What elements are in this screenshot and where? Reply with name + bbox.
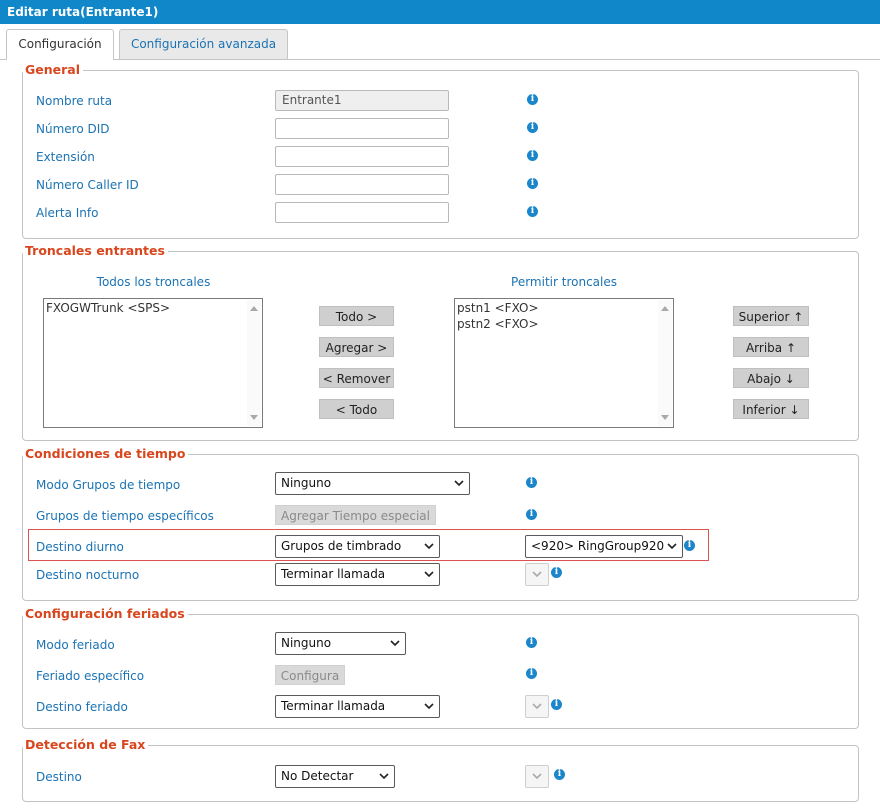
info-icon[interactable]: i <box>527 150 538 161</box>
add-special-time-button[interactable]: Agregar Tiempo especial <box>275 505 436 525</box>
holiday-legend: Configuración feriados <box>23 606 188 622</box>
info-icon[interactable]: i <box>551 567 562 578</box>
holiday-mode-value: Ninguno <box>281 636 332 650</box>
info-icon[interactable]: i <box>526 668 537 679</box>
time-mode-label: Modo Grupos de tiempo <box>36 478 181 492</box>
day-target-select[interactable]: <920> RingGroup920 <box>525 535 683 558</box>
list-scrollbar[interactable] <box>247 300 261 426</box>
tab-configuracion[interactable]: Configuración <box>6 29 114 60</box>
night-target-select[interactable] <box>525 563 549 586</box>
holiday-mode-label: Modo feriado <box>36 638 115 652</box>
fax-destination-value: No Detectar <box>281 769 354 783</box>
info-icon[interactable]: i <box>526 509 537 520</box>
move-bottom-button[interactable]: Inferior ↓ <box>733 399 809 419</box>
chevron-down-icon <box>424 703 434 710</box>
list-scrollbar[interactable] <box>658 300 672 426</box>
caller-id-input[interactable] <box>275 174 449 195</box>
did-number-input[interactable] <box>275 118 449 139</box>
info-icon[interactable]: i <box>527 122 538 133</box>
holiday-mode-select[interactable]: Ninguno <box>275 632 406 655</box>
list-item[interactable]: pstn2 <FXO> <box>455 316 673 332</box>
all-trunks-header: Todos los troncales <box>96 275 211 289</box>
time-conditions-legend: Condiciones de tiempo <box>23 446 189 462</box>
chevron-down-icon <box>667 543 677 550</box>
fax-target-select[interactable] <box>525 765 549 788</box>
chevron-down-icon <box>424 571 434 578</box>
day-destination-value: Grupos de timbrado <box>281 539 402 553</box>
info-icon[interactable]: i <box>527 94 538 105</box>
caller-id-label: Número Caller ID <box>36 178 139 192</box>
specific-holiday-label: Feriado específico <box>36 669 145 683</box>
move-all-left-button[interactable]: < Todo <box>319 399 394 419</box>
allowed-trunks-list[interactable]: pstn1 <FXO> pstn2 <FXO> <box>454 298 674 428</box>
alert-info-label: Alerta Info <box>36 206 99 220</box>
all-trunks-list[interactable]: FXOGWTrunk <SPS> <box>43 298 263 428</box>
tab-divider <box>0 59 880 60</box>
info-icon[interactable]: i <box>551 699 562 710</box>
allowed-trunks-header: Permitir troncales <box>511 275 617 289</box>
holiday-destination-value: Terminar llamada <box>281 699 386 713</box>
time-mode-select[interactable]: Ninguno <box>275 472 470 495</box>
holiday-destination-label: Destino feriado <box>36 700 128 714</box>
day-destination-select[interactable]: Grupos de timbrado <box>275 535 440 558</box>
chevron-down-icon <box>532 773 542 780</box>
night-destination-label: Destino nocturno <box>36 568 140 582</box>
list-item[interactable]: FXOGWTrunk <SPS> <box>44 300 262 316</box>
info-icon[interactable]: i <box>684 540 695 551</box>
alert-info-input[interactable] <box>275 202 449 223</box>
info-icon[interactable]: i <box>527 178 538 189</box>
night-destination-select[interactable]: Terminar llamada <box>275 563 440 586</box>
list-item[interactable]: pstn1 <FXO> <box>455 300 673 316</box>
move-all-right-button[interactable]: Todo > <box>319 306 394 326</box>
configure-holiday-button[interactable]: Configura <box>275 665 345 685</box>
info-icon[interactable]: i <box>527 206 538 217</box>
fax-legend: Detección de Fax <box>23 737 149 753</box>
chevron-down-icon <box>390 640 400 647</box>
extension-label: Extensión <box>36 150 95 164</box>
move-top-button[interactable]: Superior ↑ <box>733 306 809 326</box>
specific-time-label: Grupos de tiempo específicos <box>36 509 214 523</box>
move-down-button[interactable]: Abajo ↓ <box>733 368 809 388</box>
route-name-input[interactable]: Entrante1 <box>275 90 449 111</box>
tab-configuracion-avanzada[interactable]: Configuración avanzada <box>119 29 288 59</box>
info-icon[interactable]: i <box>526 477 537 488</box>
chevron-down-icon <box>532 703 542 710</box>
add-trunk-button[interactable]: Agregar > <box>319 337 394 357</box>
holiday-target-select[interactable] <box>525 695 549 718</box>
chevron-down-icon <box>454 480 464 487</box>
day-target-value: <920> RingGroup920 <box>531 539 665 553</box>
info-icon[interactable]: i <box>554 769 565 780</box>
fax-section: Detección de Fax <box>22 737 859 802</box>
holiday-destination-select[interactable]: Terminar llamada <box>275 695 440 718</box>
fax-destination-label: Destino <box>36 770 82 784</box>
general-legend: General <box>23 62 83 78</box>
holiday-section: Configuración feriados <box>22 606 859 729</box>
extension-input[interactable] <box>275 146 449 167</box>
route-name-label: Nombre ruta <box>36 94 113 108</box>
window-title: Editar ruta(Entrante1) <box>0 0 880 24</box>
time-mode-value: Ninguno <box>281 476 332 490</box>
remove-trunk-button[interactable]: < Remover <box>319 368 394 388</box>
day-destination-label: Destino diurno <box>36 540 124 554</box>
move-up-button[interactable]: Arriba ↑ <box>733 337 809 357</box>
night-destination-value: Terminar llamada <box>281 567 386 581</box>
chevron-down-icon <box>424 543 434 550</box>
trunks-legend: Troncales entrantes <box>23 243 168 259</box>
info-icon[interactable]: i <box>526 637 537 648</box>
chevron-down-icon <box>532 571 542 578</box>
chevron-down-icon <box>379 773 389 780</box>
fax-destination-select[interactable]: No Detectar <box>275 765 395 788</box>
did-number-label: Número DID <box>36 122 110 136</box>
